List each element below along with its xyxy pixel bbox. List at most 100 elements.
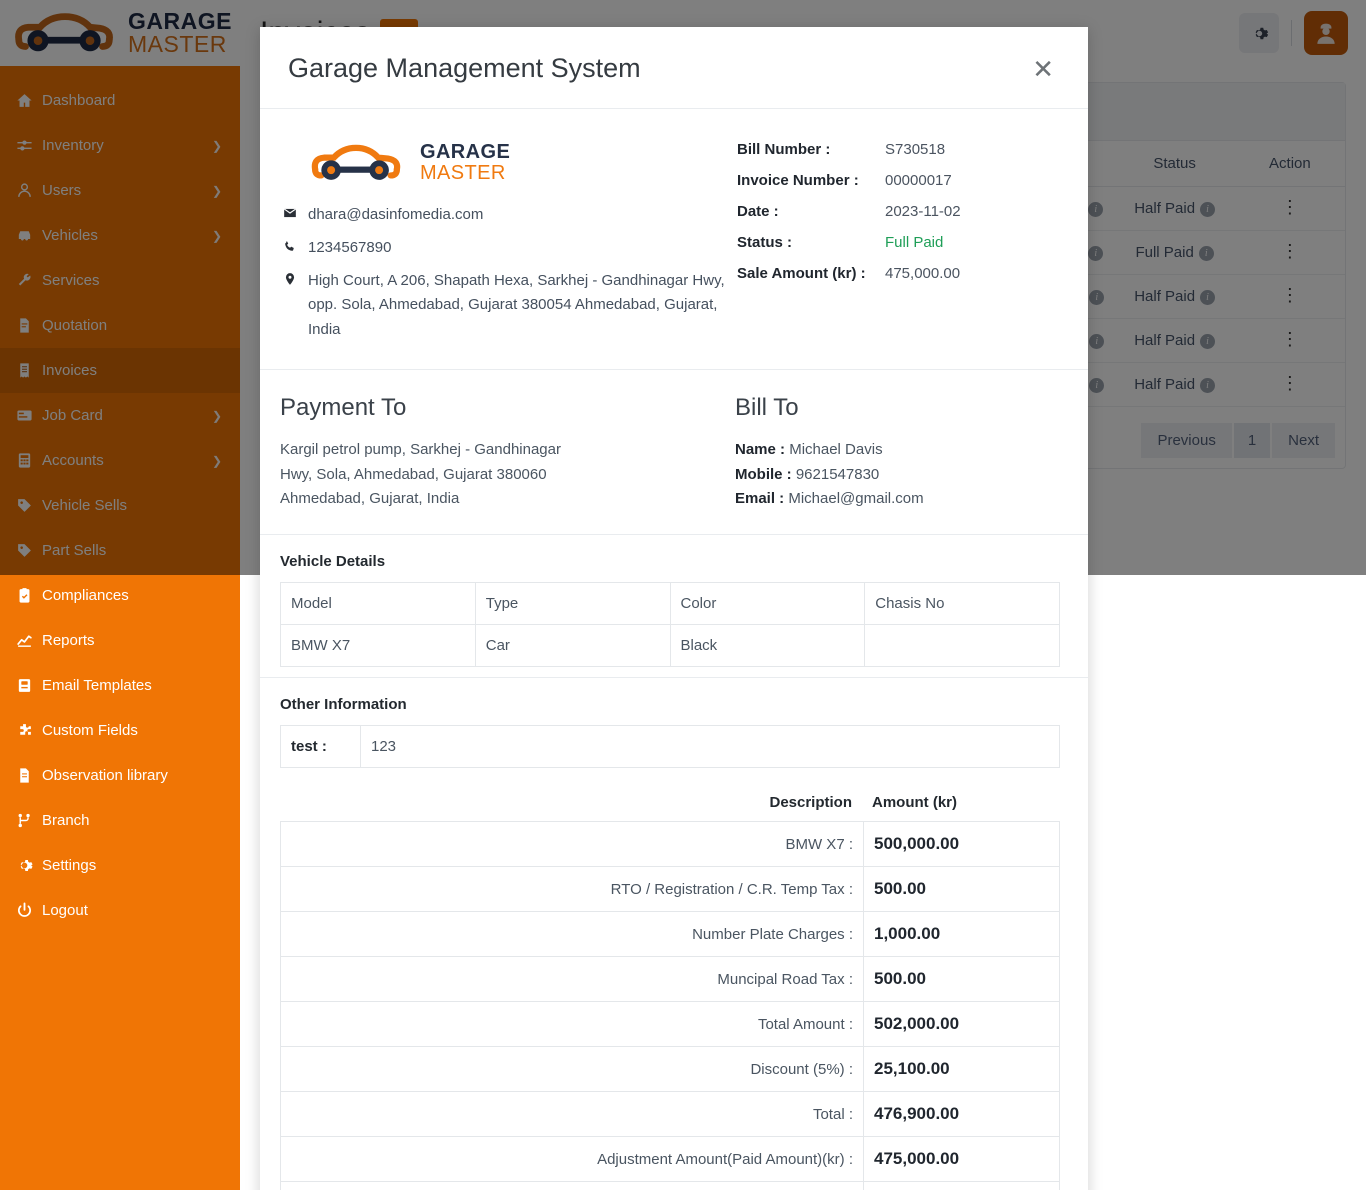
cell-model: BMW X7	[281, 625, 476, 667]
invoice-header-section: GARAGE MASTER dhara@dasinfomedia.com 123…	[260, 109, 1088, 370]
item-amount: 500.00	[864, 957, 1060, 1002]
other-information-tbody: test : 123	[281, 726, 1060, 768]
bill-to-mobile-row: Mobile : 9621547830	[735, 463, 1060, 488]
sidebar-item-label: Logout	[42, 902, 222, 919]
company-phone-line: 1234567890	[282, 236, 737, 261]
bill-to-name-row: Name : Michael Davis	[735, 438, 1060, 463]
col-chasis-no: Chasis No	[865, 583, 1060, 625]
company-email-line: dhara@dasinfomedia.com	[282, 203, 737, 228]
item-description: Total :	[281, 1092, 864, 1137]
invoice-items-table: BMW X7 : 500,000.00 RTO / Registration /…	[280, 821, 1060, 1190]
modal-title: Garage Management System	[288, 53, 641, 84]
invoice-items-section: Description Amount (kr) BMW X7 : 500,000…	[260, 778, 1088, 1190]
item-description: Discount (5%) :	[281, 1047, 864, 1092]
vehicle-details-section: Vehicle Details Model Type Color Chasis …	[260, 535, 1088, 678]
logo-line-1: GARAGE	[420, 142, 510, 163]
table-row: test : 123	[281, 726, 1060, 768]
sidebar-item-settings[interactable]: Settings	[0, 843, 240, 888]
invoice-logo-text: GARAGE MASTER	[420, 142, 510, 184]
meta-label: Status :	[737, 234, 885, 251]
payment-to-line: Hwy, Sola, Ahmedabad, Gujarat 380060	[280, 463, 735, 488]
vehicle-details-table: Model Type Color Chasis No BMW X7 Car Bl…	[280, 582, 1060, 667]
meta-value: 00000017	[885, 172, 952, 189]
cell-type: Car	[475, 625, 670, 667]
garage-master-car-logo-icon	[302, 139, 410, 187]
branch-icon	[16, 812, 42, 829]
sidebar-item-label: Branch	[42, 812, 222, 829]
sidebar-item-label: Compliances	[42, 587, 222, 604]
table-row: Muncipal Road Tax : 500.00	[281, 957, 1060, 1002]
company-phone: 1234567890	[308, 236, 391, 261]
logo-line-2: MASTER	[420, 163, 510, 184]
document-icon	[16, 767, 42, 784]
table-row: Due Amount (kr) : 1,900.00	[281, 1182, 1060, 1190]
modal-header: Garage Management System ✕	[260, 27, 1088, 109]
status-badge: Full Paid	[885, 234, 943, 251]
sidebar-item-label: Reports	[42, 632, 222, 649]
sidebar-item-label: Observation library	[42, 767, 222, 784]
bill-to-mobile-label: Mobile :	[735, 466, 792, 483]
chart-line-icon	[16, 632, 42, 649]
sidebar-item-label: Custom Fields	[42, 722, 222, 739]
payment-to-address: Kargil petrol pump, Sarkhej - Gandhinaga…	[280, 438, 735, 512]
cell-chasis-no	[865, 625, 1060, 667]
phone-icon	[282, 236, 298, 253]
location-pin-icon	[282, 269, 298, 286]
item-description: BMW X7 :	[281, 822, 864, 867]
vehicle-details-heading: Vehicle Details	[280, 553, 1060, 570]
puzzle-icon	[16, 722, 42, 739]
sidebar-item-branch[interactable]: Branch	[0, 798, 240, 843]
item-amount: 500.00	[864, 867, 1060, 912]
close-icon[interactable]: ✕	[1032, 56, 1054, 82]
meta-bill-number: Bill Number : S730518	[737, 141, 1060, 158]
item-amount: 475,000.00	[864, 1137, 1060, 1182]
payment-to-line: Ahmedabad, Gujarat, India	[280, 487, 735, 512]
col-model: Model	[281, 583, 476, 625]
item-amount: 1,000.00	[864, 912, 1060, 957]
other-info-label: test :	[281, 726, 361, 768]
bill-to-mobile: 9621547830	[796, 466, 879, 483]
bill-to-email: Michael@gmail.com	[788, 490, 923, 507]
meta-status: Status : Full Paid	[737, 234, 1060, 251]
other-information-heading: Other Information	[280, 696, 1060, 713]
sidebar-item-compliances[interactable]: Compliances	[0, 573, 240, 618]
item-description: Number Plate Charges :	[281, 912, 864, 957]
item-description: Due Amount (kr) :	[281, 1182, 864, 1190]
item-description: RTO / Registration / C.R. Temp Tax :	[281, 867, 864, 912]
clipboard-check-icon	[16, 587, 42, 604]
meta-value: S730518	[885, 141, 945, 158]
invoice-meta-block: Bill Number : S730518 Invoice Number : 0…	[737, 131, 1060, 351]
meta-label: Bill Number :	[737, 141, 885, 158]
gear-icon	[16, 857, 42, 874]
sidebar-item-custom-fields[interactable]: Custom Fields	[0, 708, 240, 753]
meta-invoice-number: Invoice Number : 00000017	[737, 172, 1060, 189]
application-root: GARAGE MASTER Dashboard Inventory ❯ User…	[0, 0, 1366, 1190]
invoice-logo: GARAGE MASTER	[302, 139, 737, 187]
sidebar-item-label: Email Templates	[42, 677, 222, 694]
company-address-line: High Court, A 206, Shapath Hexa, Sarkhej…	[282, 269, 737, 343]
meta-value: 2023-11-02	[885, 203, 961, 220]
sidebar-item-observation-library[interactable]: Observation library	[0, 753, 240, 798]
item-amount: 25,100.00	[864, 1047, 1060, 1092]
vehicle-details-thead: Model Type Color Chasis No	[281, 583, 1060, 625]
col-description: Description	[280, 794, 864, 811]
power-icon	[16, 902, 42, 919]
meta-label: Date :	[737, 203, 885, 220]
invoice-items-tbody: BMW X7 : 500,000.00 RTO / Registration /…	[281, 822, 1060, 1190]
item-amount: 476,900.00	[864, 1092, 1060, 1137]
table-row: Total : 476,900.00	[281, 1092, 1060, 1137]
sidebar-item-reports[interactable]: Reports	[0, 618, 240, 663]
sidebar-item-label: Settings	[42, 857, 222, 874]
bill-to-email-label: Email :	[735, 490, 784, 507]
invoice-items-header: Description Amount (kr)	[280, 794, 1060, 821]
meta-date: Date : 2023-11-02	[737, 203, 1060, 220]
payment-to-heading: Payment To	[280, 394, 735, 422]
meta-label: Sale Amount (kr) :	[737, 265, 885, 282]
col-color: Color	[670, 583, 865, 625]
table-row: BMW X7 : 500,000.00	[281, 822, 1060, 867]
sidebar-item-email-templates[interactable]: Email Templates	[0, 663, 240, 708]
sidebar-item-logout[interactable]: Logout	[0, 888, 240, 933]
bill-to-details: Name : Michael Davis Mobile : 9621547830…	[735, 438, 1060, 512]
table-row: RTO / Registration / C.R. Temp Tax : 500…	[281, 867, 1060, 912]
bill-to-email-row: Email : Michael@gmail.com	[735, 487, 1060, 512]
